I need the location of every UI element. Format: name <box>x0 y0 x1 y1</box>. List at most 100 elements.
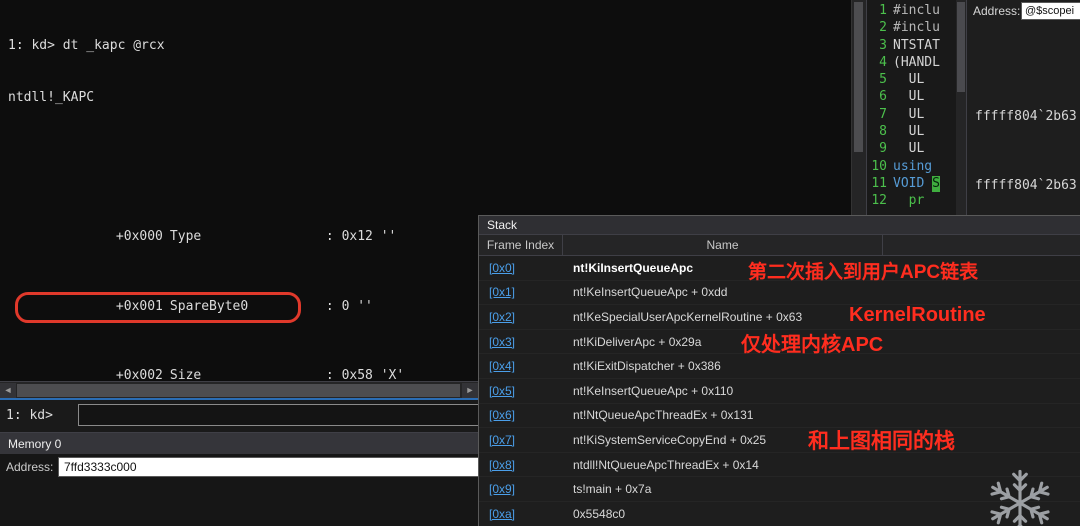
stack-window-titlebar[interactable]: Stack <box>479 216 1080 234</box>
stack-frame-list: [0x0] nt!KiInsertQueueApc [0x1] nt!KeIns… <box>479 256 1080 526</box>
source-code-panel: 1 #inclu 2 #inclu 3 NTSTAT 4 (HANDL 5 UL 6 U… <box>866 0 956 215</box>
stack-frame-row[interactable]: [0x2] nt!KeSpecialUserApcKernelRoutine +… <box>479 305 1080 330</box>
source-line: 10 using <box>867 158 956 175</box>
source-line: 2 #inclu <box>867 19 956 36</box>
code-text: (HANDL <box>893 54 940 70</box>
source-line: 12 pr <box>867 192 956 209</box>
frame-symbol-name: nt!KeInsertQueueApc + 0x110 <box>573 383 734 398</box>
frame-symbol-name: nt!KiExitDispatcher + 0x386 <box>573 359 721 374</box>
code-text: UL <box>893 141 925 157</box>
frame-index-link[interactable]: [0x4] <box>479 359 563 373</box>
line-number: 9 <box>879 141 887 157</box>
source-line: 7 UL <box>867 106 956 123</box>
scope-address-input[interactable] <box>1021 2 1080 20</box>
code-text: UL <box>893 72 925 88</box>
column-header-frame-index[interactable]: Frame Index <box>479 235 563 255</box>
annotation-second-insert-user-apc: 第二次插入到用户APC链表 <box>748 262 979 283</box>
frame-index-link[interactable]: [0x3] <box>479 335 563 349</box>
line-number: 4 <box>879 54 887 70</box>
stack-frame-row[interactable]: [0x1] nt!KeInsertQueueApc + 0xdd <box>479 281 1080 306</box>
code-text: pr <box>893 193 925 209</box>
line-number: 11 <box>871 175 887 191</box>
scope-memory-rows: fffff804`2b63 fffff804`2b63 fffff804`2b6… <box>975 38 1077 215</box>
source-line: 6 UL <box>867 88 956 105</box>
field-value: : 0x12 '' <box>325 229 397 245</box>
stack-header-row: Frame Index Name <box>479 234 1080 256</box>
kd-command-line: 1: kd> dt _kapc @rcx <box>8 37 165 53</box>
line-number: 7 <box>879 106 887 122</box>
line-number: 6 <box>879 89 887 105</box>
source-scrollbar-thumb[interactable] <box>957 2 965 92</box>
code-text: NTSTAT <box>893 37 940 53</box>
code-text: using <box>893 158 933 174</box>
frame-index-link[interactable]: [0x6] <box>479 408 563 422</box>
scope-memory-row: fffff804`2b63 <box>975 108 1077 124</box>
scroll-right-icon[interactable]: ► <box>462 383 478 398</box>
scope-memory-row: fffff804`2b63 <box>975 178 1077 194</box>
annotation-same-stack-as-above: 和上图相同的栈 <box>808 430 955 453</box>
frame-symbol-name: ntdll!NtQueueApcThreadEx + 0x14 <box>573 457 759 472</box>
source-scrollbar[interactable] <box>956 0 966 215</box>
field-name-link: Type <box>169 229 202 245</box>
stack-frame-row[interactable]: [0x8] ntdll!NtQueueApcThreadEx + 0x14 <box>479 453 1080 478</box>
column-header-name[interactable]: Name <box>563 235 883 255</box>
source-line: 8 UL <box>867 123 956 140</box>
frame-symbol-name: nt!NtQueueApcThreadEx + 0x131 <box>573 408 754 423</box>
line-number: 10 <box>871 158 887 174</box>
source-line: 4 (HANDL <box>867 54 956 71</box>
code-text: VOID <box>893 175 933 191</box>
code-text: UL <box>893 106 925 122</box>
line-number: 8 <box>879 124 887 140</box>
windbg-screen: 1: kd> dt _kapc @rcx ntdll!_KAPC +0x000 T… <box>0 0 1080 526</box>
vertical-scrollbar-thumb[interactable] <box>854 2 863 152</box>
frame-index-link[interactable]: [0x8] <box>479 458 563 472</box>
frame-index-link[interactable]: [0x5] <box>479 384 563 398</box>
annotation-kernel-routine: KernelRoutine <box>849 304 986 326</box>
horizontal-scrollbar-thumb[interactable] <box>17 384 460 397</box>
address-label: Address: <box>6 460 54 474</box>
source-line: 1 #inclu <box>867 2 956 19</box>
frame-symbol-name: 0x5548c0 <box>573 506 626 521</box>
line-number: 12 <box>871 193 887 209</box>
line-number: 2 <box>879 20 887 36</box>
address-label: Address: <box>973 4 1021 18</box>
field-value: : 0 '' <box>325 298 373 314</box>
kd-prompt-label: 1: kd> <box>6 408 53 423</box>
frame-symbol-name: ts!main + 0x7a <box>573 482 652 497</box>
stack-frame-row[interactable]: [0x7] nt!KiSystemServiceCopyEnd + 0x25 <box>479 428 1080 453</box>
stack-frame-row[interactable]: [0x4] nt!KiExitDispatcher + 0x386 <box>479 354 1080 379</box>
code-text: UL <box>893 124 925 140</box>
scroll-left-icon[interactable]: ◄ <box>0 383 16 398</box>
frame-index-link[interactable]: [0x7] <box>479 433 563 447</box>
line-number: 1 <box>879 3 887 18</box>
column-header-empty <box>883 235 1080 255</box>
scope-memory-panel: Address: fffff804`2b63 fffff804`2b63 fff… <box>966 0 1080 215</box>
source-line: 5 UL <box>867 71 956 88</box>
frame-index-link[interactable]: [0x0] <box>479 261 563 275</box>
field-offset: +0x001 <box>115 298 163 314</box>
stack-frame-row[interactable]: [0x6] nt!NtQueueApcThreadEx + 0x131 <box>479 404 1080 429</box>
stack-frame-row[interactable]: [0x5] nt!KeInsertQueueApc + 0x110 <box>479 379 1080 404</box>
frame-index-link[interactable]: [0x1] <box>479 285 563 299</box>
stack-frame-row[interactable]: [0x9] ts!main + 0x7a <box>479 477 1080 502</box>
frame-index-link[interactable]: [0xa] <box>479 507 563 521</box>
code-text: UL <box>893 89 925 105</box>
field-name-link: SpareByte0 <box>169 298 249 314</box>
code-text: #inclu <box>893 20 940 36</box>
frame-symbol-name: nt!KeSpecialUserApcKernelRoutine + 0x63 <box>573 309 803 324</box>
frame-symbol-name: nt!KiInsertQueueApc <box>573 260 694 275</box>
frame-index-link[interactable]: [0x2] <box>479 310 563 324</box>
field-offset: +0x000 <box>115 229 163 245</box>
annotation-kernel-apc-only: 仅处理内核APC <box>741 334 884 356</box>
code-text: #inclu <box>893 3 940 18</box>
frame-index-link[interactable]: [0x9] <box>479 482 563 496</box>
line-number: 5 <box>879 72 887 88</box>
frame-symbol-name: nt!KiDeliverApc + 0x29a <box>573 334 702 349</box>
stack-frame-row[interactable]: [0xa] 0x5548c0 <box>479 502 1080 526</box>
source-line: 3 NTSTAT <box>867 37 956 54</box>
frame-symbol-name: nt!KiSystemServiceCopyEnd + 0x25 <box>573 432 767 447</box>
source-line: 9 UL <box>867 140 956 157</box>
line-number: 3 <box>879 37 887 53</box>
struct-type-line: ntdll!_KAPC <box>8 90 95 106</box>
frame-symbol-name: nt!KeInsertQueueApc + 0xdd <box>573 285 728 300</box>
